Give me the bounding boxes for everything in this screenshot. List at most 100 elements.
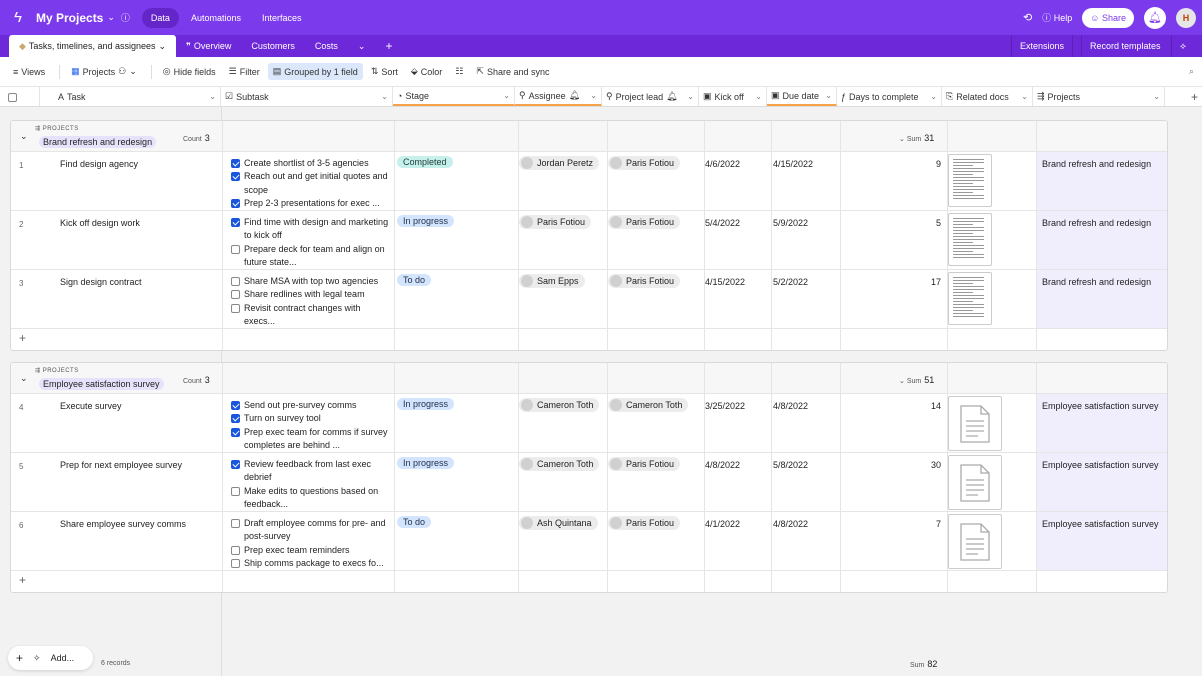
assignee-cell[interactable]: Cameron Toth — [519, 457, 600, 515]
kickoff-cell[interactable]: 4/15/2022 — [705, 277, 745, 335]
history-icon[interactable]: ⟲ — [1023, 11, 1032, 24]
col-task[interactable]: A Task ⌄ — [40, 87, 221, 106]
assignee-cell[interactable]: Jordan Peretz — [519, 156, 600, 214]
subtask-checkbox[interactable] — [231, 460, 240, 469]
tab-costs[interactable]: Costs — [305, 35, 348, 57]
stage-cell[interactable]: In progress — [397, 398, 455, 456]
color-button[interactable]: ⬙ Color — [406, 63, 447, 80]
subtask-checkbox[interactable] — [231, 519, 240, 528]
task-cell[interactable]: Share employee survey comms — [60, 519, 186, 577]
doc-thumbnail[interactable] — [948, 213, 992, 266]
project-lead-cell[interactable]: Paris Fotiou — [608, 215, 681, 273]
share-button[interactable]: ☺ Share — [1082, 7, 1134, 28]
avatar[interactable]: H — [1176, 7, 1196, 28]
col-kickoff[interactable]: ▣ Kick off ⌄ — [699, 87, 767, 106]
projects-cell[interactable]: Brand refresh and redesign — [1037, 270, 1167, 328]
due-date-cell[interactable]: 5/8/2022 — [773, 460, 808, 518]
chevron-down-icon[interactable]: ⌄ — [381, 92, 388, 101]
table-row[interactable]: 3 Sign design contract Share MSA with to… — [11, 270, 1167, 332]
task-cell[interactable]: Prep for next employee survey — [60, 460, 182, 518]
tab-tasks[interactable]: ◆ Tasks, timelines, and assignees ⌄ — [9, 35, 177, 57]
select-all-column[interactable] — [0, 87, 40, 106]
subtask-checkbox[interactable] — [231, 290, 240, 300]
due-date-cell[interactable]: 4/15/2022 — [773, 159, 813, 217]
filter-button[interactable]: ☰ Filter — [224, 63, 265, 80]
subtask-cell[interactable]: Find time with design and marketing to k… — [231, 216, 391, 274]
extensions-button[interactable]: Extensions — [1010, 35, 1072, 57]
collapse-icon[interactable]: ⌄ — [20, 131, 28, 142]
subtask-cell[interactable]: Share MSA with top two agencies Share red… — [231, 275, 391, 333]
col-assignee[interactable]: ⚲ Assignee 🔔︎ ⌄ — [515, 87, 602, 106]
chevron-down-icon[interactable]: ⌄ — [1153, 92, 1160, 101]
stage-cell[interactable]: Completed — [397, 156, 453, 214]
share-sync-button[interactable]: ⇱ Share and sync — [471, 63, 554, 80]
subtask-checkbox[interactable] — [231, 198, 240, 208]
subtask-cell[interactable]: Send out pre-survey comms Turn on survey … — [231, 399, 391, 457]
project-lead-cell[interactable]: Paris Fotiou — [608, 274, 681, 332]
project-lead-cell[interactable]: Cameron Toth — [608, 398, 689, 456]
file-icon[interactable] — [948, 514, 1002, 569]
project-lead-cell[interactable]: Paris Fotiou — [608, 516, 681, 574]
col-subtask[interactable]: ☑ Subtask ⌄ — [221, 87, 393, 106]
tab-overview[interactable]: ❞ Overview — [176, 35, 241, 57]
add-field-icon[interactable]: + — [1191, 90, 1198, 104]
nav-data[interactable]: Data — [141, 7, 179, 28]
app-title[interactable]: My Projects — [36, 11, 103, 25]
app-logo-icon[interactable]: ϟ — [0, 9, 36, 26]
col-related-docs[interactable]: ⎘ Related docs ⌄ — [942, 87, 1033, 106]
record-templates-button[interactable]: Record templates ⟡ — [1071, 35, 1202, 57]
subtask-cell[interactable]: Review feedback from last exec debrief Ma… — [231, 458, 391, 516]
select-all-checkbox[interactable] — [8, 93, 17, 102]
subtask-checkbox[interactable] — [231, 172, 240, 182]
subtask-checkbox[interactable] — [231, 414, 240, 424]
help-button[interactable]: ⓘ Help — [1042, 11, 1072, 24]
task-cell[interactable]: Kick off design work — [60, 218, 140, 276]
search-icon[interactable]: ⌕ — [1189, 66, 1194, 77]
task-cell[interactable]: Execute survey — [60, 401, 122, 459]
subtask-checkbox[interactable] — [231, 558, 240, 568]
chevron-down-icon[interactable]: ⌄ — [930, 92, 937, 101]
chevron-down-icon[interactable]: ⌄ — [590, 91, 597, 100]
col-stage[interactable]: ◔ Stage ⌄ — [393, 87, 515, 106]
subtask-checkbox[interactable] — [231, 545, 240, 555]
hide-fields-button[interactable]: ◎ Hide fields — [158, 63, 221, 80]
due-date-cell[interactable]: 4/8/2022 — [773, 401, 808, 459]
table-row[interactable]: 2 Kick off design work Find time with de… — [11, 211, 1167, 273]
chevron-down-icon[interactable]: ⌄ — [687, 92, 694, 101]
projects-cell[interactable]: Brand refresh and redesign — [1037, 211, 1167, 269]
kickoff-cell[interactable]: 3/25/2022 — [705, 401, 745, 459]
table-row[interactable]: 1 Find design agency Create shortlist of… — [11, 152, 1167, 214]
col-project-lead[interactable]: ⚲ Project lead 🔔︎ ⌄ — [602, 87, 699, 106]
table-row[interactable]: 5 Prep for next employee survey Review f… — [11, 453, 1167, 515]
views-button[interactable]: ≡ Views — [8, 64, 50, 80]
chevron-down-icon[interactable]: ⌄ — [158, 41, 166, 52]
stage-cell[interactable]: To do — [397, 274, 432, 332]
projects-cell[interactable]: Employee satisfaction survey — [1037, 394, 1167, 452]
project-lead-cell[interactable]: Paris Fotiou — [608, 457, 681, 515]
group-button[interactable]: ▤ Grouped by 1 field — [267, 63, 363, 80]
doc-thumbnail[interactable] — [948, 272, 992, 325]
subtask-checkbox[interactable] — [231, 159, 240, 168]
collapse-icon[interactable]: ⌄ — [20, 373, 28, 384]
projects-cell[interactable]: Employee satisfaction survey — [1037, 512, 1167, 570]
info-icon[interactable]: ⓘ — [121, 11, 130, 24]
projects-cell[interactable]: Brand refresh and redesign — [1037, 152, 1167, 210]
subtask-checkbox[interactable] — [231, 218, 240, 227]
add-row-button[interactable]: + — [11, 329, 1167, 349]
subtask-checkbox[interactable] — [231, 486, 240, 496]
task-cell[interactable]: Find design agency — [60, 159, 138, 217]
assignee-cell[interactable]: Cameron Toth — [519, 398, 600, 456]
chevron-down-icon[interactable]: ⌄ — [825, 91, 832, 100]
stage-cell[interactable]: In progress — [397, 457, 455, 515]
kickoff-cell[interactable]: 4/6/2022 — [705, 159, 740, 217]
assignee-cell[interactable]: Sam Epps — [519, 274, 585, 332]
table-row[interactable]: 6 Share employee survey comms Draft empl… — [11, 512, 1167, 574]
project-lead-cell[interactable]: Paris Fotiou — [608, 156, 681, 214]
subtask-checkbox[interactable] — [231, 427, 240, 437]
kickoff-cell[interactable]: 4/1/2022 — [705, 519, 740, 577]
due-date-cell[interactable]: 5/9/2022 — [773, 218, 808, 276]
nav-automations[interactable]: Automations — [182, 8, 250, 28]
group-sum[interactable]: ⌄ Sum 31 — [899, 133, 934, 143]
file-icon[interactable] — [948, 455, 1002, 510]
add-row-button[interactable]: + — [11, 571, 1167, 591]
